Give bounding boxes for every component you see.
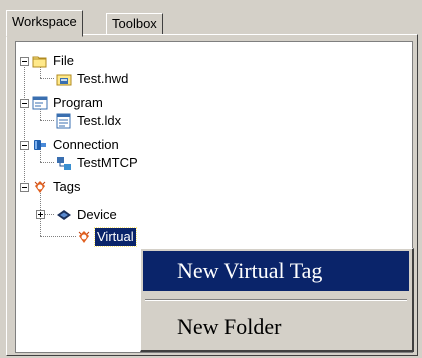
- connection-icon: [32, 137, 48, 153]
- device-icon: [56, 207, 72, 223]
- tags-icon: [32, 179, 48, 195]
- tree-line: [40, 162, 54, 164]
- collapse-toggle-program[interactable]: [20, 99, 29, 108]
- tree-line: [45, 214, 54, 216]
- hwd-file-icon: [56, 71, 72, 87]
- tab-bar: Workspace Toolbox: [0, 0, 422, 37]
- tree-item-label: TestMTCP: [77, 155, 138, 170]
- expand-toggle-device[interactable]: [36, 210, 45, 219]
- tree-item-label: Virtual: [94, 227, 137, 247]
- tree-line: [40, 236, 76, 238]
- context-menu: New Virtual Tag New Folder: [140, 248, 414, 352]
- tree-item-label: Connection: [53, 137, 119, 152]
- network-node-icon: [56, 155, 72, 171]
- menu-item-new-virtual-tag[interactable]: New Virtual Tag: [143, 251, 409, 291]
- folder-icon: [32, 53, 48, 69]
- menu-item-new-folder[interactable]: New Folder: [143, 307, 409, 347]
- collapse-toggle-connection[interactable]: [20, 141, 29, 150]
- tree-line: [40, 78, 54, 80]
- tab-workspace[interactable]: Workspace: [6, 10, 83, 37]
- tree-line: [40, 120, 54, 122]
- virtual-tag-icon: [76, 229, 92, 245]
- collapse-toggle-tags[interactable]: [20, 183, 29, 192]
- tree-item-label: Tags: [53, 179, 81, 194]
- tree-item-label: Test.hwd: [77, 71, 129, 86]
- tree-line: [24, 60, 26, 190]
- tab-toolbox[interactable]: Toolbox: [106, 13, 163, 34]
- tree-item-label: Test.ldx: [77, 113, 122, 128]
- menu-separator: [145, 299, 407, 301]
- tree-item-label: Device: [77, 207, 117, 222]
- program-icon: [32, 95, 48, 111]
- ldx-file-icon: [56, 113, 72, 129]
- tree-item-label: File: [53, 53, 74, 68]
- collapse-toggle-file[interactable]: [20, 57, 29, 66]
- tree-item-label: Program: [53, 95, 103, 110]
